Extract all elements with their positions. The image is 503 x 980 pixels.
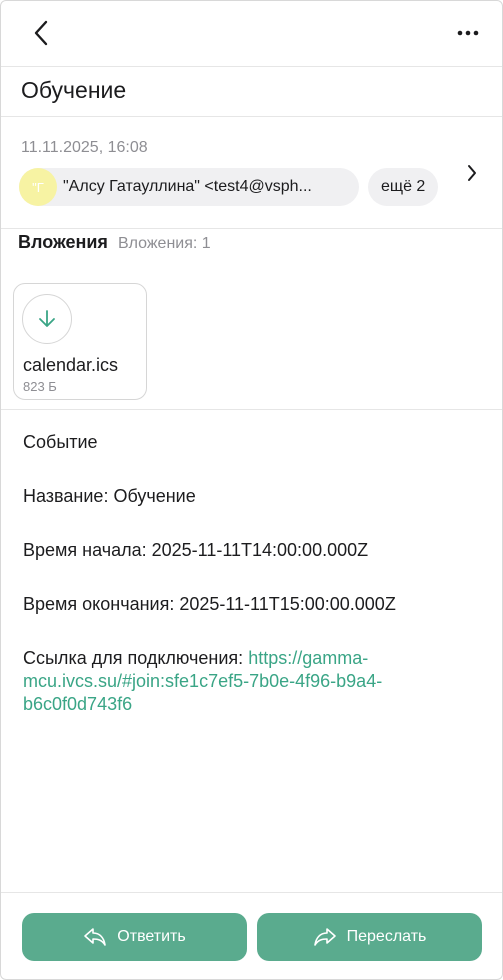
- body-line-name: Название: Обучение: [23, 486, 196, 506]
- download-button[interactable]: [22, 294, 72, 344]
- forward-icon: [313, 927, 337, 947]
- reply-label: Ответить: [117, 928, 186, 945]
- sender-chip[interactable]: "Г "Алсу Гатауллина" <test4@vsph...: [19, 168, 359, 206]
- attachments-header: Вложения Вложения: 1: [18, 232, 211, 253]
- body-line-end: Время окончания: 2025-11-11T15:00:00.000…: [23, 594, 396, 614]
- attachments-title: Вложения: [18, 232, 108, 252]
- message-body: Событие Название: Обучение Время начала:…: [23, 431, 473, 747]
- email-view: Обучение 11.11.2025, 16:08 "Г "Алсу Гата…: [0, 0, 503, 980]
- reply-button[interactable]: Ответить: [22, 913, 247, 961]
- body-line-event: Событие: [23, 432, 98, 452]
- attachments-count: Вложения: 1: [117, 235, 211, 252]
- body-line-start: Время начала: 2025-11-11T14:00:00.000Z: [23, 540, 369, 560]
- message-date: 11.11.2025, 16:08: [21, 139, 148, 156]
- ellipsis-icon: [457, 30, 479, 36]
- chevron-left-icon: [34, 20, 48, 46]
- message-meta: 11.11.2025, 16:08 "Г "Алсу Гатауллина" <…: [1, 117, 502, 229]
- back-button[interactable]: [23, 15, 59, 51]
- more-recipients-chip[interactable]: ещё 2: [368, 168, 439, 206]
- forward-label: Переслать: [346, 928, 427, 945]
- details-expand-button[interactable]: [460, 161, 484, 185]
- chevron-right-icon: [468, 165, 476, 181]
- subject-bar: Обучение: [1, 67, 502, 117]
- sender-address: "Алсу Гатауллина" <test4@vsph...: [63, 178, 312, 195]
- divider: [1, 409, 502, 410]
- attachment-card[interactable]: calendar.ics 823 Б: [13, 283, 147, 400]
- more-options-button[interactable]: [448, 15, 488, 51]
- attachment-size: 823 Б: [23, 379, 57, 394]
- attachment-name: calendar.ics: [23, 355, 119, 375]
- divider: [1, 892, 502, 893]
- link-label: Ссылка для подключения:: [23, 648, 244, 668]
- subject-title: Обучение: [21, 77, 127, 103]
- avatar: "Г: [19, 168, 57, 206]
- reply-icon: [83, 927, 107, 947]
- forward-button[interactable]: Переслать: [257, 913, 482, 961]
- body-line-link: Ссылка для подключения: https://gamma-mc…: [23, 647, 473, 716]
- download-arrow-icon: [39, 310, 55, 327]
- top-bar: [1, 1, 502, 67]
